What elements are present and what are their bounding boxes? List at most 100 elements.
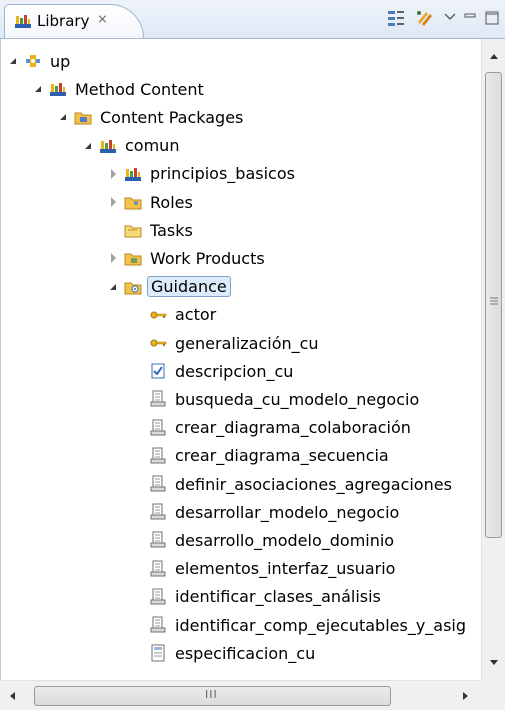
- tree-item-label: definir_asociaciones_agregaciones: [175, 474, 452, 494]
- view-menu-icon[interactable]: [443, 8, 457, 28]
- key-icon: [150, 339, 167, 347]
- guidance-folder-icon: [124, 282, 142, 295]
- tree-item[interactable]: descripcion_cu: [132, 357, 296, 385]
- expand-closed-icon[interactable]: [107, 244, 121, 272]
- library-tree[interactable]: up Method Content Content Packages comun pri…: [0, 39, 481, 680]
- expand-open-icon[interactable]: [32, 75, 46, 103]
- tree-item-label: generalización_cu: [175, 333, 319, 353]
- vertical-scroll-thumb[interactable]: [485, 72, 502, 538]
- vertical-scrollbar[interactable]: [481, 39, 505, 680]
- scroll-left-icon[interactable]: [4, 687, 22, 705]
- expand-open-icon[interactable]: [57, 103, 71, 131]
- tree-item[interactable]: busqueda_cu_modelo_negocio: [132, 385, 422, 413]
- grip-label: III: [205, 688, 218, 701]
- tree-item[interactable]: Guidance: [107, 273, 231, 301]
- tree-item-label: Work Products: [150, 248, 265, 268]
- tree-item-label: actor: [175, 305, 217, 325]
- tree-item[interactable]: identificar_comp_ejecutables_y_asig: [132, 611, 469, 639]
- tree-item[interactable]: actor: [132, 301, 219, 329]
- tree-item[interactable]: Tasks: [107, 216, 196, 244]
- tree-item-label: busqueda_cu_modelo_negocio: [175, 389, 420, 409]
- tree-item-label: identificar_clases_análisis: [175, 587, 381, 607]
- process-icon: [26, 55, 40, 67]
- expand-open-icon[interactable]: [7, 47, 21, 75]
- tree-item-label: Roles: [150, 192, 193, 212]
- scroll-down-icon[interactable]: [482, 650, 505, 674]
- expand-open-icon[interactable]: [82, 132, 96, 160]
- tree-item-label: Tasks: [150, 220, 193, 240]
- guideline-icon: [150, 531, 166, 548]
- workproducts-folder-icon: [124, 253, 142, 266]
- tree-item-label: especificacion_cu: [175, 643, 316, 663]
- expand-closed-icon[interactable]: [107, 160, 121, 188]
- scroll-corner: [481, 680, 505, 710]
- guideline-icon: [150, 447, 166, 464]
- tree-item[interactable]: generalización_cu: [132, 329, 322, 357]
- checklist-icon: [151, 363, 165, 379]
- tree-item[interactable]: principios_basicos: [107, 160, 298, 188]
- library-icon: [15, 15, 31, 28]
- guideline-icon: [150, 419, 166, 436]
- tree-item-label: Content Packages: [100, 107, 244, 127]
- tree-item[interactable]: up: [7, 47, 73, 75]
- tree-item[interactable]: Method Content: [32, 75, 207, 103]
- tree-item-label: descripcion_cu: [175, 361, 294, 381]
- roles-folder-icon: [124, 197, 142, 210]
- tree-item[interactable]: Roles: [107, 188, 196, 216]
- minimize-icon[interactable]: [463, 8, 477, 28]
- tree-item[interactable]: Work Products: [107, 244, 268, 272]
- library-view: Library ⨯ up Method Content Content Packag…: [0, 0, 505, 710]
- library-icon: [125, 167, 141, 181]
- horizontal-scroll-thumb[interactable]: III: [34, 686, 391, 706]
- view-tab-bar: Library ⨯: [0, 0, 505, 39]
- library-tab[interactable]: Library ⨯: [4, 4, 144, 38]
- tree-item[interactable]: especificacion_cu: [132, 639, 318, 667]
- tree-item[interactable]: elementos_interfaz_usuario: [132, 555, 398, 583]
- tree-item-label: crear_diagrama_colaboración: [175, 418, 411, 438]
- tree-item-label: up: [50, 51, 71, 71]
- tree-item-label: Method Content: [75, 79, 204, 99]
- tree-item-label: crear_diagrama_secuencia: [175, 446, 389, 466]
- scroll-up-icon[interactable]: [482, 45, 505, 69]
- tasks-folder-icon: [124, 225, 142, 238]
- guideline-icon: [150, 475, 166, 492]
- horizontal-scrollbar[interactable]: III: [0, 680, 481, 710]
- scroll-right-icon[interactable]: [456, 687, 474, 705]
- layout-icon[interactable]: [386, 8, 406, 28]
- tree-item[interactable]: identificar_clases_análisis: [132, 583, 384, 611]
- tree-item[interactable]: comun: [82, 132, 182, 160]
- sync-icon[interactable]: [414, 8, 434, 28]
- tree-item[interactable]: desarrollo_modelo_dominio: [132, 526, 397, 554]
- tree-item[interactable]: Content Packages: [57, 103, 246, 131]
- tree-item[interactable]: desarrollar_modelo_negocio: [132, 498, 402, 526]
- tree-item-label: principios_basicos: [150, 164, 295, 184]
- tree-item-label: identificar_comp_ejecutables_y_asig: [175, 615, 467, 635]
- package-folder-icon: [74, 112, 92, 125]
- close-icon[interactable]: ⨯: [97, 12, 108, 27]
- guideline-icon: [150, 560, 166, 577]
- expand-closed-icon[interactable]: [107, 188, 121, 216]
- tree-item[interactable]: definir_asociaciones_agregaciones: [132, 470, 455, 498]
- guideline-icon: [150, 616, 166, 633]
- tree-item[interactable]: crear_diagrama_secuencia: [132, 442, 392, 470]
- tree-item-label: desarrollo_modelo_dominio: [175, 530, 395, 550]
- expand-open-icon[interactable]: [107, 273, 121, 301]
- maximize-icon[interactable]: [484, 8, 500, 28]
- library-icon: [50, 83, 66, 97]
- tree-item[interactable]: crear_diagrama_colaboración: [132, 414, 414, 442]
- guideline-icon: [150, 503, 166, 520]
- grip-icon: [490, 297, 498, 305]
- tab-label: Library: [37, 12, 90, 30]
